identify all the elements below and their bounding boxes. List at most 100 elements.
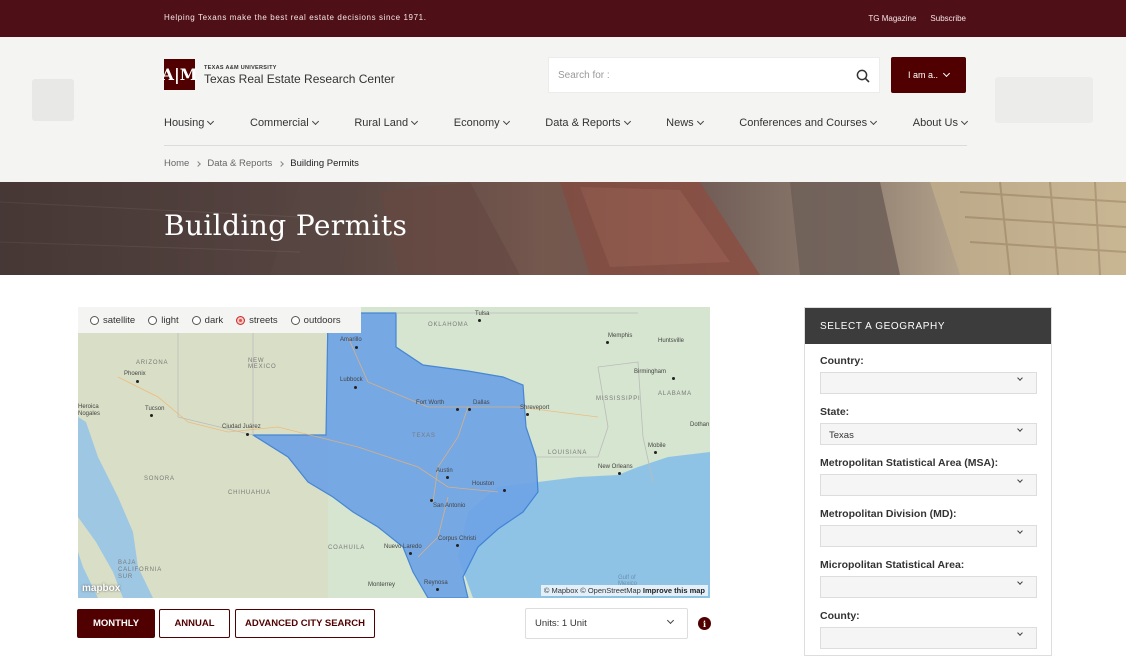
improve-map-link[interactable]: Improve this map [643, 586, 705, 595]
geography-panel-title: SELECT A GEOGRAPHY [805, 308, 1051, 344]
map-label-arizona: ARIZONA [136, 360, 169, 366]
search-input[interactable]: Search for : [548, 57, 880, 93]
annual-button[interactable]: ANNUAL [159, 609, 230, 638]
county-field: County: [820, 610, 1037, 649]
country-select[interactable] [820, 372, 1037, 394]
chevron-down-icon [666, 616, 675, 625]
map-label-phoenix: Phoenix [124, 371, 146, 377]
md-select[interactable] [820, 525, 1037, 547]
map-label-alabama: ALABAMA [658, 391, 692, 397]
map-style-dark[interactable]: dark [191, 314, 224, 326]
map-label-chihuahua: CHIHUAHUA [228, 490, 271, 496]
radio-selected-icon [236, 315, 246, 325]
breadcrumb-home[interactable]: Home [164, 158, 189, 169]
map-label-texas: TEXAS [412, 433, 436, 439]
map-city-dot [409, 552, 412, 555]
map-canvas[interactable] [78, 307, 710, 598]
site-name[interactable]: Texas Real Estate Research Center [204, 72, 395, 86]
nav-housing[interactable]: Housing [164, 117, 215, 129]
state-select[interactable]: Texas [820, 423, 1037, 445]
chevron-right-icon [195, 160, 202, 167]
nav-data-reports[interactable]: Data & Reports [545, 117, 631, 129]
chevron-down-icon [960, 117, 969, 126]
nav-news[interactable]: News [666, 117, 704, 129]
faded-button [995, 77, 1093, 123]
map-city-dot [672, 377, 675, 380]
search-icon[interactable] [855, 68, 871, 84]
nav-commercial[interactable]: Commercial [250, 117, 319, 129]
radio-icon [290, 315, 300, 325]
chevron-down-icon [411, 117, 419, 126]
attribution-text[interactable]: © Mapbox © OpenStreetMap [544, 586, 641, 595]
mapbox-logo[interactable]: mapbox [82, 583, 120, 594]
map-label-tucson: Tucson [145, 406, 165, 412]
country-field: Country: [820, 355, 1037, 394]
map-city-dot [136, 380, 139, 383]
map-label-shreveport: Shreveport [520, 405, 550, 411]
chevron-down-icon [311, 117, 319, 126]
main-nav: Housing Commercial Rural Land Economy Da… [164, 117, 969, 129]
state-field: State: Texas [820, 406, 1037, 445]
micropolitan-field: Micropolitan Statistical Area: [820, 559, 1037, 598]
map-label-mobile: Mobile [648, 443, 666, 449]
map-label-baja-california-sur: BAJA CALIFORNIA SUR [118, 560, 163, 580]
units-select[interactable]: Units: 1 Unit [525, 608, 688, 639]
msa-label: Metropolitan Statistical Area (MSA): [820, 457, 999, 469]
units-value: Units: 1 Unit [535, 618, 587, 629]
map-label-new-mexico: NEW MEXICO [248, 358, 277, 370]
nav-label: Conferences and Courses [739, 117, 868, 129]
map-style-label: outdoors [303, 314, 341, 326]
map-city-dot [468, 408, 471, 411]
i-am-a-dropdown[interactable]: I am a.. [891, 57, 966, 93]
map-city-dot [354, 386, 357, 389]
map-label-houston: Houston [472, 481, 495, 487]
map[interactable]: satellite light dark streets outdoors OK… [78, 307, 710, 598]
map-city-dot [618, 472, 621, 475]
map-label-nuevo-laredo: Nuevo Laredo [384, 544, 422, 550]
map-label-amarillo: Amarillo [340, 337, 362, 343]
map-attribution: © Mapbox © OpenStreetMap Improve this ma… [540, 585, 708, 596]
map-city-dot [526, 413, 529, 416]
info-icon[interactable]: i [698, 617, 711, 630]
site-header: A|M TEXAS A&M UNIVERSITY Texas Real Esta… [0, 37, 1126, 182]
advanced-city-search-button[interactable]: ADVANCED CITY SEARCH [235, 609, 375, 638]
map-city-dot [456, 408, 459, 411]
chevron-down-icon [1017, 579, 1023, 585]
micropolitan-select[interactable] [820, 576, 1037, 598]
breadcrumb: Home Data & Reports Building Permits [164, 158, 359, 169]
university-name: TEXAS A&M UNIVERSITY [204, 65, 277, 71]
tamu-logo[interactable]: A|M [162, 59, 197, 90]
nav-conferences-courses[interactable]: Conferences and Courses [739, 117, 878, 129]
map-city-dot [430, 499, 433, 502]
tg-magazine-link[interactable]: TG Magazine [868, 14, 916, 23]
micropolitan-label: Micropolitan Statistical Area: [820, 559, 965, 571]
chevron-down-icon [942, 69, 951, 78]
chevron-right-icon [278, 160, 285, 167]
radio-icon [90, 315, 99, 325]
monthly-button[interactable]: MONTHLY [77, 609, 155, 638]
top-bar: Helping Texans make the best real estate… [0, 0, 1126, 37]
county-select[interactable] [820, 627, 1037, 649]
msa-select[interactable] [820, 474, 1037, 496]
map-style-label: dark [204, 314, 224, 326]
map-style-outdoors[interactable]: outdoors [290, 314, 341, 326]
map-city-dot [654, 451, 657, 454]
nav-about-us[interactable]: About Us [913, 117, 969, 129]
map-city-dot [150, 414, 153, 417]
map-style-light[interactable]: light [148, 314, 179, 326]
map-label-birmingham: Birmingham [634, 369, 667, 375]
map-label-san-antonio: San Antonio [433, 503, 466, 509]
map-style-label: light [161, 314, 179, 326]
map-style-streets[interactable]: streets [236, 315, 278, 326]
nav-economy[interactable]: Economy [454, 117, 510, 129]
breadcrumb-data-reports[interactable]: Data & Reports [207, 158, 272, 169]
map-label-reynosa: Reynosa [424, 580, 448, 586]
chevron-down-icon [1017, 375, 1023, 381]
map-label-lubbock: Lubbock [340, 377, 363, 383]
map-city-dot [456, 544, 459, 547]
nav-label: Rural Land [354, 117, 409, 129]
subscribe-link[interactable]: Subscribe [930, 14, 966, 23]
map-style-satellite[interactable]: satellite [90, 315, 135, 326]
nav-rural-land[interactable]: Rural Land [354, 117, 419, 129]
map-city-dot [503, 489, 506, 492]
